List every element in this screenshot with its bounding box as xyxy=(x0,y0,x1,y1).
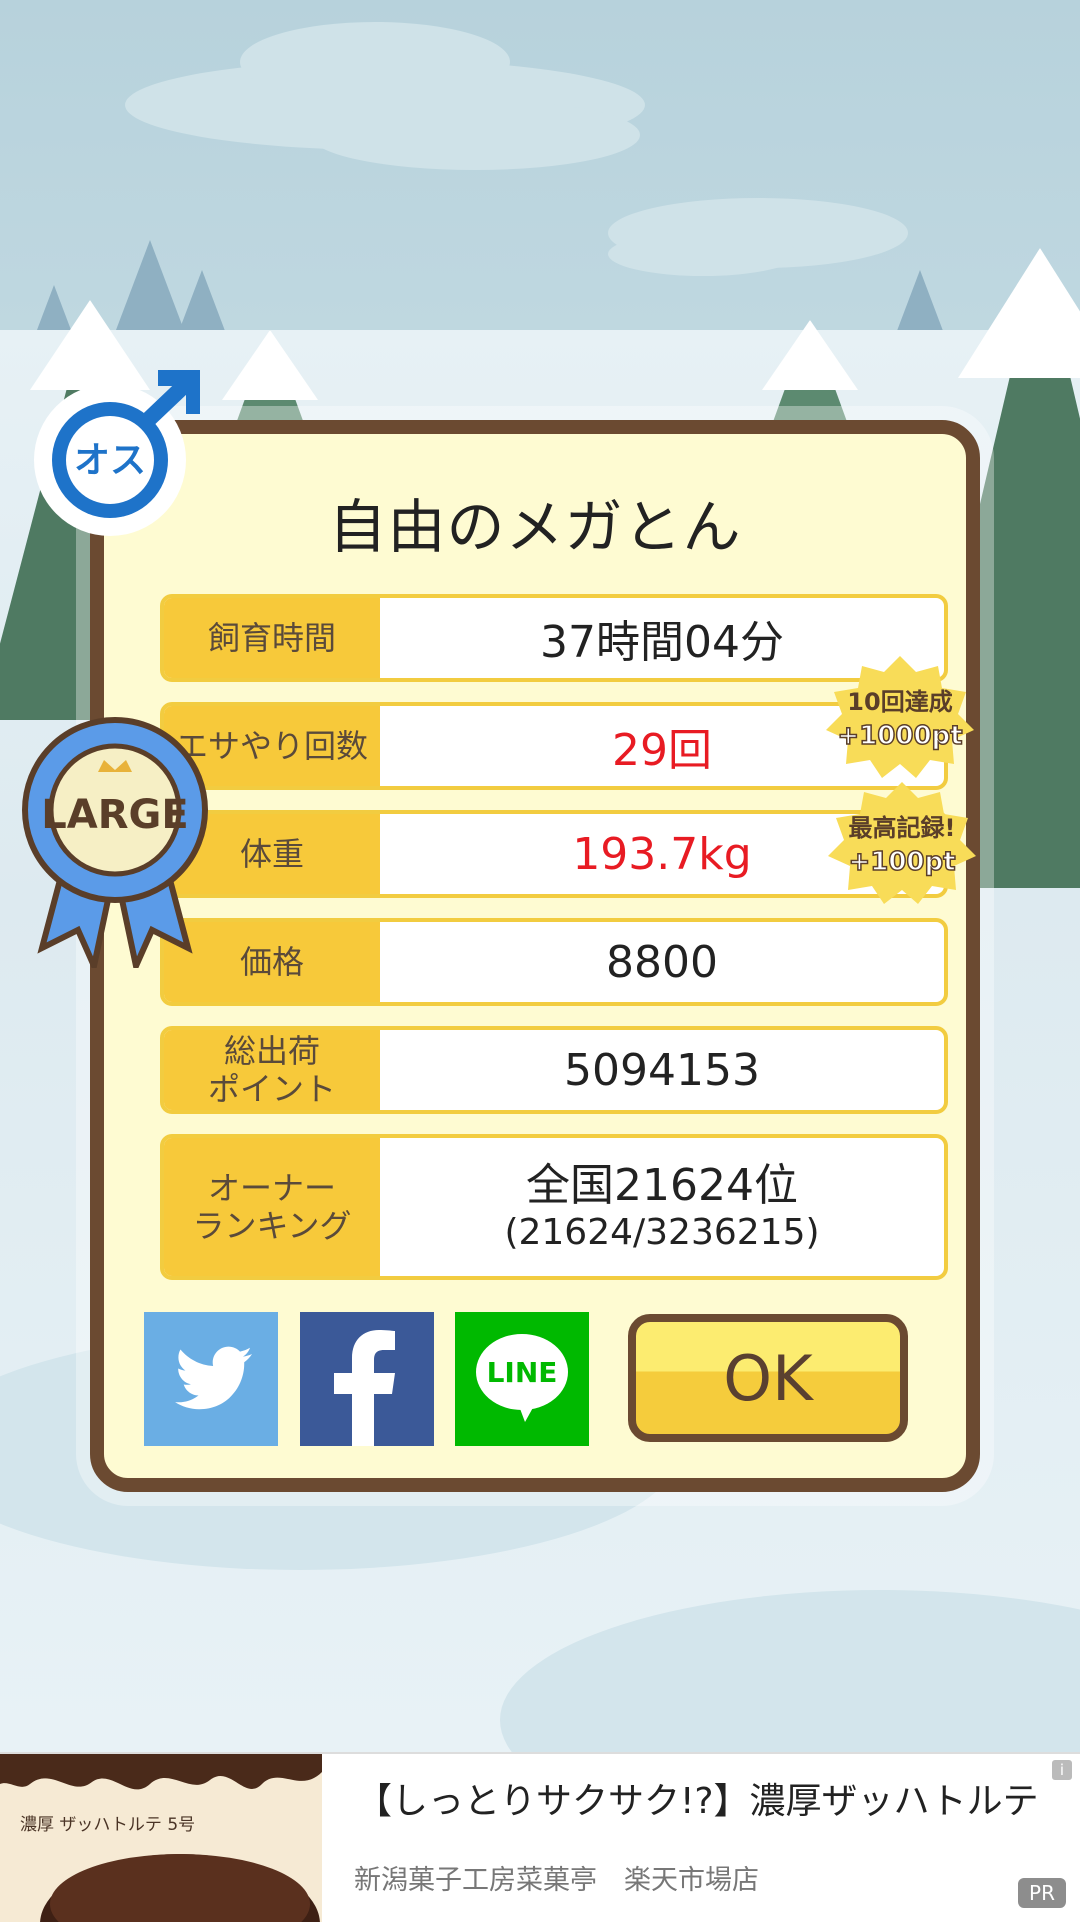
ad-title[interactable]: 【しっとりサクサク!?】濃厚ザッハトルテ xyxy=(356,1772,1039,1824)
facebook-share-button[interactable] xyxy=(300,1312,434,1446)
ribbon-size-text: LARGE xyxy=(41,792,188,838)
row-total-points: 総出荷 ポイント 5094153 xyxy=(160,1026,948,1114)
line-icon: LINE xyxy=(476,1334,568,1422)
twitter-icon xyxy=(175,1346,253,1410)
ranking-detail: (21624/3236215) xyxy=(504,1211,820,1253)
bonus-feed-points: +1000pt xyxy=(837,721,962,751)
value-owner-ranking: 全国21624位 (21624/3236215) xyxy=(380,1138,944,1276)
ranking-national: 全国21624位 xyxy=(526,1160,798,1211)
label-breeding-time: 飼育時間 xyxy=(164,598,380,678)
male-gender-badge: オス xyxy=(34,370,200,536)
male-badge-text: オス xyxy=(74,440,146,481)
cake-illustration xyxy=(0,1754,322,1922)
mountain-snowcap xyxy=(222,330,318,400)
twitter-share-button[interactable] xyxy=(144,1312,278,1446)
mountain-snowcap xyxy=(958,248,1080,378)
facebook-icon xyxy=(334,1330,395,1446)
value-price: 8800 xyxy=(606,936,718,988)
cloud xyxy=(608,232,798,276)
ad-image-caption: 濃厚 ザッハトルテ 5号 xyxy=(20,1815,196,1835)
row-owner-ranking: オーナー ランキング 全国21624位 (21624/3236215) xyxy=(160,1134,948,1280)
cloud xyxy=(310,100,640,170)
ad-info-icon[interactable]: i xyxy=(1052,1760,1072,1780)
ad-pr-badge: PR xyxy=(1018,1878,1066,1908)
bonus-record-text: 最高記録! xyxy=(849,814,956,842)
bonus-record-burst: 最高記録! +100pt xyxy=(828,782,976,904)
ad-banner[interactable]: 濃厚 ザッハトルテ 5号 【しっとりサクサク!?】濃厚ザッハトルテ 新潟菓子工房… xyxy=(0,1752,1080,1922)
ad-product-image[interactable]: 濃厚 ザッハトルテ 5号 xyxy=(0,1754,322,1922)
bonus-record-points: +100pt xyxy=(848,847,955,877)
label-total-points: 総出荷 ポイント xyxy=(164,1030,380,1110)
line-logo-text: LINE xyxy=(487,1356,558,1389)
mountain-snowcap xyxy=(762,320,858,390)
bonus-feed-text: 10回達成 xyxy=(847,688,952,716)
ad-source: 新潟菓子工房菜菓亭 楽天市場店 xyxy=(354,1865,759,1896)
large-ribbon-badge: LARGE xyxy=(22,717,208,968)
ok-button[interactable]: OK xyxy=(628,1314,908,1442)
result-dialog: 自由のメガとん 飼育時間 37時間04分 エサやり回数 29回 体重 193.7… xyxy=(90,420,980,1492)
pig-name-title: 自由のメガとん xyxy=(328,493,742,561)
cloud xyxy=(240,22,510,102)
row-price: 価格 8800 xyxy=(160,918,948,1006)
bonus-feed-burst: 10回達成 +1000pt xyxy=(826,656,974,778)
line-share-button[interactable]: LINE xyxy=(455,1312,589,1446)
value-total-points: 5094153 xyxy=(564,1044,760,1096)
label-owner-ranking: オーナー ランキング xyxy=(164,1138,380,1276)
